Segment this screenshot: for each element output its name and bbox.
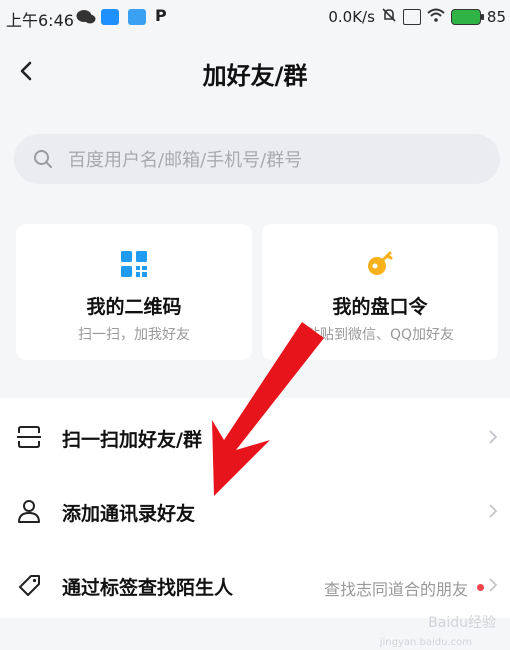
card-title: 我的盘口令	[332, 296, 428, 318]
card-title: 我的二维码	[86, 296, 182, 318]
tag-icon	[19, 575, 40, 596]
list-item-label: 添加通讯录好友	[62, 503, 196, 525]
chevron-right-icon	[489, 504, 498, 518]
search-icon	[34, 150, 52, 168]
page-title: 加好友/群	[202, 62, 308, 90]
wifi-icon	[427, 8, 445, 26]
battery-icon	[450, 9, 484, 25]
status-right: 0.0K/s 85	[328, 7, 506, 27]
chevron-right-icon	[489, 578, 498, 592]
my-qr-code-card[interactable]: 我的二维码 扫一扫，加我好友	[16, 224, 252, 360]
contact-icon	[18, 500, 40, 523]
watermark-brand: Baidu经验	[428, 615, 496, 631]
card-subtitle: 扫一扫，加我好友	[78, 327, 190, 343]
qr-code-icon	[121, 251, 147, 277]
new-badge-dot	[477, 584, 484, 591]
list-item-label: 扫一扫加好友/群	[62, 429, 202, 451]
scan-icon	[17, 426, 41, 448]
list-item-label: 通过标签查找陌生人	[62, 577, 234, 599]
mute-bell-icon	[381, 7, 397, 27]
cloud-app-icon	[101, 9, 119, 25]
status-time: 上午6:46	[6, 11, 74, 30]
header-bar: 加好友/群	[0, 34, 510, 106]
list-item-contacts[interactable]: 添加通讯录好友	[0, 474, 510, 548]
network-speed: 0.0K/s	[328, 8, 375, 26]
list-item-scan[interactable]: 扫一扫加好友/群	[0, 400, 510, 474]
status-bar: 上午6:46 P 0.0K/s 85	[0, 0, 510, 34]
card-subtitle: 粘贴到微信、QQ加好友	[305, 327, 455, 343]
search-bar[interactable]	[14, 134, 500, 186]
battery-level: 85	[486, 8, 506, 26]
app-icon	[128, 9, 146, 25]
watermark-url: jingyan.baidu.com	[379, 637, 472, 648]
p-app-icon: P	[155, 6, 167, 25]
sim-icon	[402, 9, 421, 25]
key-icon	[368, 251, 393, 275]
chevron-right-icon	[489, 430, 498, 444]
my-share-code-card[interactable]: 我的盘口令 粘贴到微信、QQ加好友	[262, 224, 498, 360]
list-item-tag-search[interactable]: 通过标签查找陌生人 查找志同道合的朋友	[0, 548, 510, 622]
search-input[interactable]	[66, 134, 490, 186]
add-friend-options: 扫一扫加好友/群 添加通讯录好友 通过标签查找陌生人 查找志同道合的朋友	[0, 398, 510, 618]
list-item-hint: 查找志同道合的朋友	[323, 580, 468, 599]
wechat-icon	[76, 9, 96, 25]
